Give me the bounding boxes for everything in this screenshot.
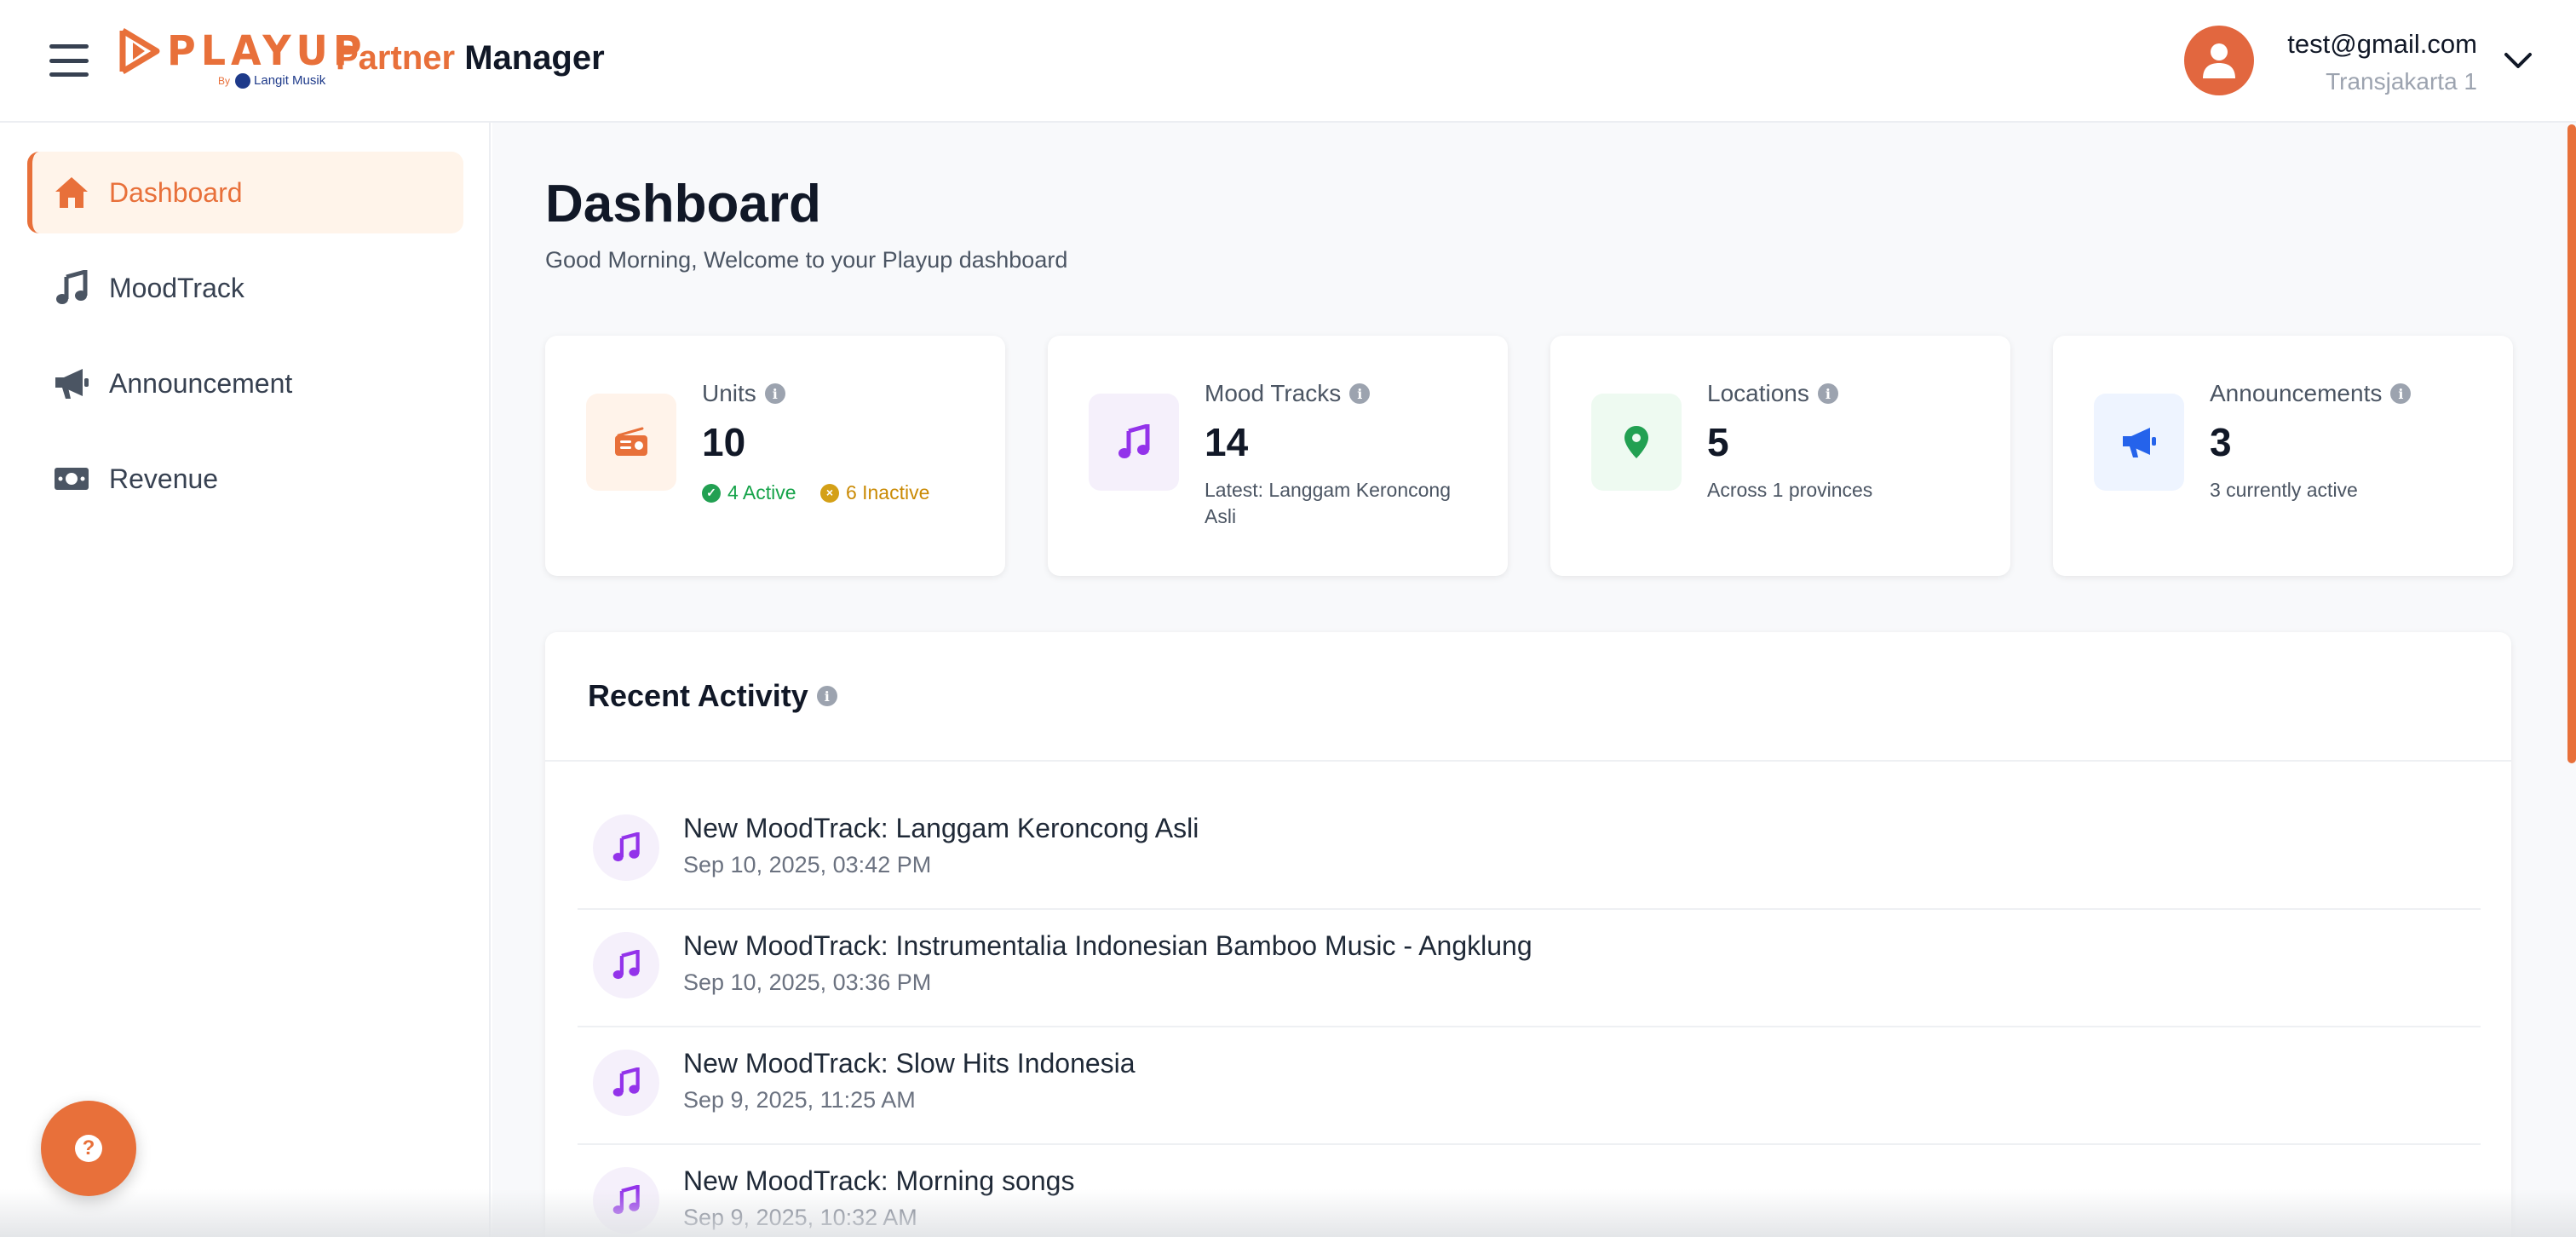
info-icon[interactable]: i	[816, 686, 837, 706]
stat-value: 14	[1205, 420, 1249, 464]
sidebar-item-label: Dashboard	[109, 176, 243, 208]
user-email: test@gmail.com	[2287, 29, 2477, 59]
activity-title: New MoodTrack: Langgam Keroncong Asli	[683, 813, 1199, 843]
stat-subtext: Across 1 provinces	[1707, 479, 1873, 501]
activity-timestamp: Sep 9, 2025, 10:32 AM	[683, 1205, 917, 1230]
stat-label: Locations i	[1707, 380, 1838, 407]
stat-card-locations: Locations i 5 Across 1 provinces	[1550, 336, 2010, 576]
main-content: Dashboard Good Morning, Welcome to your …	[492, 123, 2576, 1237]
activity-item[interactable]: New MoodTrack: Morning songs Sep 9, 2025…	[578, 1145, 2481, 1237]
stat-card-units: Units i 10 ✓ 4 Active × 6 Inactive	[545, 336, 1005, 576]
chevron-down-icon[interactable]	[2503, 49, 2533, 72]
stat-subtext: Latest: Langgam Keroncong Asli	[1205, 479, 1451, 527]
question-icon: ?	[75, 1135, 102, 1162]
active-badge: ✓ 4 Active	[702, 480, 796, 506]
activity-item[interactable]: New MoodTrack: Slow Hits Indonesia Sep 9…	[578, 1027, 2481, 1145]
megaphone-icon	[2094, 394, 2184, 491]
activity-list: New MoodTrack: Langgam Keroncong Asli Se…	[578, 792, 2481, 1237]
megaphone-icon	[53, 365, 90, 402]
page-title: Dashboard	[545, 175, 821, 233]
stat-label: Units i	[702, 380, 785, 407]
activity-timestamp: Sep 10, 2025, 03:42 PM	[683, 852, 932, 877]
activity-timestamp: Sep 9, 2025, 11:25 AM	[683, 1087, 916, 1113]
music-note-icon	[593, 814, 659, 881]
playup-logo-icon	[119, 27, 160, 75]
sidebar-item-dashboard[interactable]: Dashboard	[27, 152, 463, 233]
logo-byline: By Langit Musik	[218, 73, 325, 89]
stat-card-announcements: Announcements i 3 3 currently active	[2053, 336, 2513, 576]
sidebar-item-moodtrack[interactable]: MoodTrack	[27, 247, 463, 329]
radio-icon	[586, 394, 676, 491]
recent-activity-title: Recent Activity i	[588, 678, 837, 714]
activity-item[interactable]: New MoodTrack: Instrumentalia Indonesian…	[578, 910, 2481, 1027]
stat-value: 3	[2210, 420, 2232, 464]
playup-logo[interactable]: PLAYUP By Langit Musik	[119, 26, 362, 94]
stat-label-text: Locations	[1707, 380, 1809, 406]
sidebar-item-label: Revenue	[109, 463, 219, 494]
recent-activity-header: Recent Activity i	[545, 632, 2511, 762]
inactive-badge: × 6 Inactive	[819, 480, 930, 506]
info-icon[interactable]: i	[1349, 383, 1371, 404]
recent-activity-title-text: Recent Activity	[588, 678, 808, 713]
activity-title: New MoodTrack: Morning songs	[683, 1165, 1075, 1196]
recent-activity-card: Recent Activity i New MoodTrack: Langgam …	[545, 632, 2511, 1237]
x-icon: ×	[819, 483, 839, 503]
stat-label: Mood Tracks i	[1205, 380, 1371, 407]
sidebar-item-label: MoodTrack	[109, 272, 244, 303]
activity-timestamp: Sep 10, 2025, 03:36 PM	[683, 969, 932, 995]
music-note-icon	[593, 1050, 659, 1116]
page-subtitle: Good Morning, Welcome to your Playup das…	[545, 247, 1068, 273]
music-note-icon	[53, 269, 90, 307]
home-icon	[53, 174, 90, 211]
main-scrollbar[interactable]	[2566, 123, 2576, 1237]
inactive-count: 6 Inactive	[845, 481, 930, 503]
stat-label: Announcements i	[2210, 380, 2412, 407]
map-pin-icon	[1591, 394, 1682, 491]
info-icon[interactable]: i	[764, 383, 785, 404]
scrollbar-thumb[interactable]	[2567, 124, 2576, 763]
activity-title: New MoodTrack: Instrumentalia Indonesian…	[683, 930, 1532, 961]
activity-item[interactable]: New MoodTrack: Langgam Keroncong Asli Se…	[578, 792, 2481, 910]
langit-musik-icon	[235, 73, 251, 89]
stat-card-mood-tracks: Mood Tracks i 14 Latest: Langgam Keroncon…	[1048, 336, 1508, 576]
sidebar-item-announcement[interactable]: Announcement	[27, 342, 463, 424]
app-title: Partner Manager	[336, 39, 605, 78]
units-status: ✓ 4 Active × 6 Inactive	[702, 477, 983, 506]
stat-label-text: Announcements	[2210, 380, 2383, 406]
help-button[interactable]: ?	[41, 1101, 136, 1196]
stat-label-text: Units	[702, 380, 756, 406]
stat-subtext: 3 currently active	[2210, 479, 2358, 501]
music-note-icon	[593, 932, 659, 998]
hamburger-icon[interactable]	[49, 44, 89, 77]
app-title-accent: Partner	[336, 39, 456, 77]
info-icon[interactable]: i	[2390, 383, 2412, 404]
music-note-icon	[1089, 394, 1179, 491]
check-icon: ✓	[702, 483, 721, 503]
stat-value: 5	[1707, 420, 1729, 464]
info-icon[interactable]: i	[1817, 383, 1838, 404]
user-organization: Transjakarta 1	[2326, 68, 2477, 95]
music-note-icon	[593, 1167, 659, 1234]
sidebar: Dashboard MoodTrack Announcement Revenue	[0, 123, 491, 1237]
logo-partner: Langit Musik	[254, 73, 326, 88]
logo-by: By	[218, 75, 231, 87]
app-title-main: Manager	[464, 39, 605, 77]
user-avatar[interactable]	[2184, 26, 2254, 95]
stat-label-text: Mood Tracks	[1205, 380, 1342, 406]
user-icon	[2203, 43, 2235, 78]
sidebar-item-label: Announcement	[109, 367, 293, 399]
active-count: 4 Active	[727, 481, 796, 503]
top-header: PLAYUP By Langit Musik Partner Manager te…	[0, 0, 2576, 123]
sidebar-item-revenue[interactable]: Revenue	[27, 438, 463, 520]
money-icon	[53, 460, 90, 498]
activity-title: New MoodTrack: Slow Hits Indonesia	[683, 1048, 1136, 1079]
stat-value: 10	[702, 420, 746, 464]
